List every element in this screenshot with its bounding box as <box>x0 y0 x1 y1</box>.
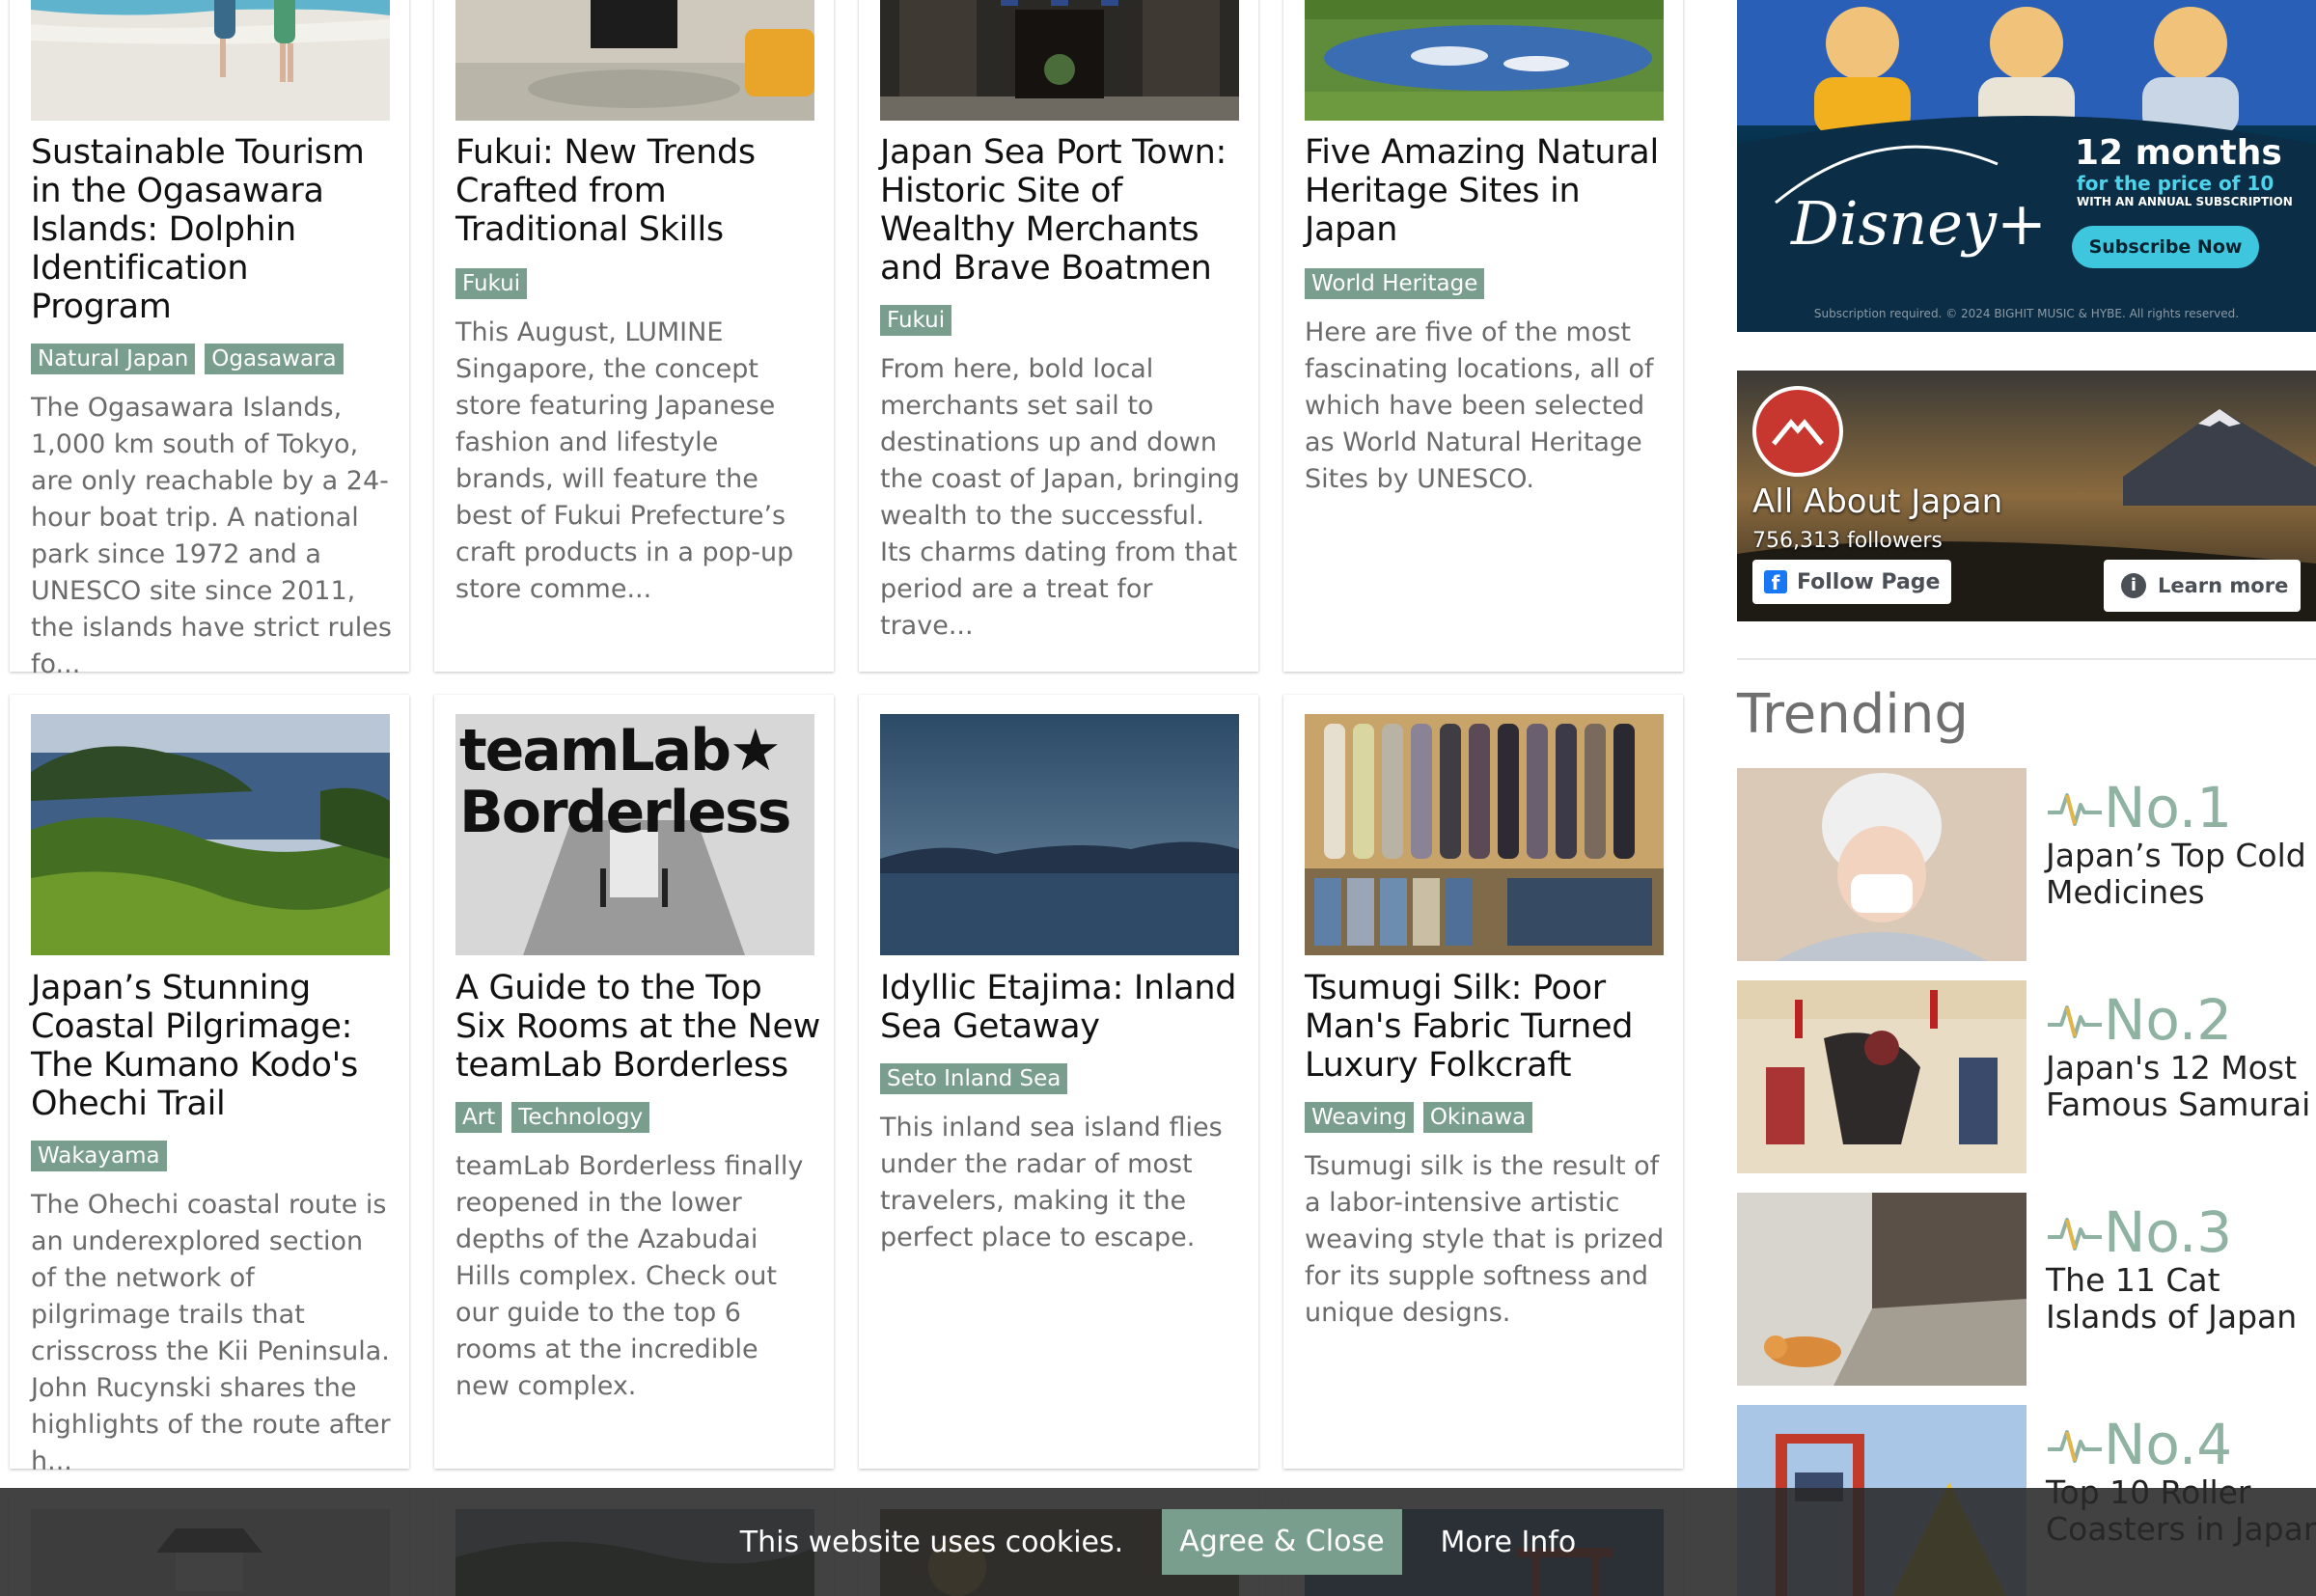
article-card[interactable]: Five Amazing Natural Heritage Sites in J… <box>1283 0 1683 672</box>
subscribe-now-button[interactable]: Subscribe Now <box>2072 226 2259 268</box>
article-description: Tsumugi silk is the result of a labor-in… <box>1305 1151 1665 1328</box>
tag-okinawa[interactable]: Okinawa <box>1422 1102 1533 1133</box>
article-image-merchant-house[interactable] <box>880 0 1239 121</box>
article-title[interactable]: Sustainable Tourism in the Ogasawara Isl… <box>31 133 398 326</box>
trending-rank-label: No.3 <box>2104 1199 2233 1265</box>
trending-rank: No.4 <box>2046 1413 2232 1476</box>
tag-weaving[interactable]: Weaving <box>1305 1102 1414 1133</box>
tag-seto-inland-sea[interactable]: Seto Inland Sea <box>880 1063 1068 1094</box>
article-description: The Ohechi coastal route is an underexpl… <box>31 1190 391 1476</box>
facebook-page-name[interactable]: All About Japan <box>1752 482 2002 521</box>
tag-ogasawara[interactable]: Ogasawara <box>205 344 344 374</box>
agree-close-button[interactable]: Agree & Close <box>1162 1509 1402 1575</box>
article-title[interactable]: Idyllic Etajima: Inland Sea Getaway <box>880 969 1247 1046</box>
trending-rank: No.3 <box>2046 1200 2232 1264</box>
article-description: teamLab Borderless finally reopened in t… <box>455 1151 804 1401</box>
teamlab-logo-text: teamLab★ Borderless <box>459 717 791 846</box>
article-image-beach[interactable] <box>31 0 390 121</box>
article-tags: Natural Japan Ogasawara <box>31 344 344 374</box>
facebook-page-avatar[interactable] <box>1752 386 1843 477</box>
pulse-icon <box>2048 1430 2102 1463</box>
sidebar-divider <box>1737 658 2316 660</box>
cookie-banner: This website uses cookies. Agree & Close… <box>0 1488 2316 1596</box>
cookie-message: This website uses cookies. <box>739 1525 1124 1559</box>
ad-legal: Subscription required. © 2024 BIGHIT MUS… <box>1813 307 2240 320</box>
article-card[interactable]: Tsumugi Silk: Poor Man's Fabric Turned L… <box>1283 695 1683 1469</box>
article-card[interactable]: teamLab★ Borderless A Guide to the Top S… <box>434 695 834 1469</box>
article-tags: Wakayama <box>31 1141 167 1171</box>
learn-more-label: Learn more <box>2158 574 2289 597</box>
tag-fukui[interactable]: Fukui <box>880 305 952 336</box>
article-image-teamlab[interactable]: teamLab★ Borderless <box>455 714 814 955</box>
article-tags: Weaving Okinawa <box>1305 1102 1533 1133</box>
article-card[interactable]: Japan Sea Port Town: Historic Site of We… <box>859 0 1258 672</box>
trending-rank: No.2 <box>2046 988 2232 1052</box>
article-title[interactable]: Five Amazing Natural Heritage Sites in J… <box>1305 133 1671 249</box>
follow-page-button[interactable]: f Follow Page <box>1752 560 1951 604</box>
trending-rank-label: No.2 <box>2104 987 2233 1053</box>
pulse-icon <box>2048 1005 2102 1038</box>
article-image-craft[interactable] <box>455 0 814 121</box>
article-tags: Fukui <box>880 305 952 336</box>
trending-title[interactable]: Japan's 12 Most Famous Samurai <box>2046 1050 2316 1123</box>
tag-art[interactable]: Art <box>455 1102 503 1133</box>
article-description: This inland sea island flies under the r… <box>880 1113 1223 1252</box>
facebook-page-widget[interactable]: All About Japan 756,313 followers f Foll… <box>1737 371 2316 621</box>
info-icon: i <box>2121 573 2146 598</box>
tag-world-heritage[interactable]: World Heritage <box>1305 268 1485 299</box>
trending-image-samurai[interactable] <box>1737 980 2026 1173</box>
article-title[interactable]: A Guide to the Top Six Rooms at the New … <box>455 969 822 1085</box>
trending-rank-label: No.1 <box>2104 775 2233 840</box>
article-tags: Seto Inland Sea <box>880 1063 1068 1094</box>
trending-title[interactable]: The 11 Cat Islands of Japan <box>2046 1262 2316 1335</box>
learn-more-button[interactable]: i Learn more <box>2104 560 2301 612</box>
tag-wakayama[interactable]: Wakayama <box>31 1141 167 1171</box>
trending-rank: No.1 <box>2046 776 2232 839</box>
article-card[interactable]: Fukui: New Trends Crafted from Tradition… <box>434 0 834 672</box>
article-image-wetland[interactable] <box>1305 0 1664 121</box>
disney-plus-logo: Disney+ <box>1791 188 2047 259</box>
article-card[interactable]: Sustainable Tourism in the Ogasawara Isl… <box>10 0 409 679</box>
article-tags: Art Technology <box>455 1102 650 1133</box>
ad-headline: 12 months <box>2075 133 2282 173</box>
trending-item[interactable]: No.2 Japan's 12 Most Famous Samurai <box>1737 980 2316 1173</box>
article-image-silk[interactable] <box>1305 714 1664 955</box>
article-description: The Ogasawara Islands, 1,000 km south of… <box>31 393 392 679</box>
trending-rank-label: No.4 <box>2104 1412 2233 1477</box>
follow-page-label: Follow Page <box>1797 569 1941 594</box>
article-title[interactable]: Fukui: New Trends Crafted from Tradition… <box>455 133 822 249</box>
article-description: Here are five of the most fascinating lo… <box>1305 317 1654 494</box>
article-title[interactable]: Tsumugi Silk: Poor Man's Fabric Turned L… <box>1305 969 1671 1085</box>
article-image-coast[interactable] <box>31 714 390 955</box>
ad-small-print: WITH AN ANNUAL SUBSCRIPTION <box>2077 195 2293 208</box>
ad-subline: for the price of 10 <box>2077 172 2275 195</box>
article-image-inland-sea[interactable] <box>880 714 1239 955</box>
tag-natural-japan[interactable]: Natural Japan <box>31 344 196 374</box>
facebook-icon: f <box>1764 570 1787 594</box>
pulse-icon <box>2048 1218 2102 1251</box>
more-info-link[interactable]: More Info <box>1441 1526 1577 1559</box>
article-description: From here, bold local merchants set sail… <box>880 354 1240 641</box>
article-title[interactable]: Japan’s Stunning Coastal Pilgrimage: The… <box>31 969 398 1123</box>
article-card[interactable]: Japan’s Stunning Coastal Pilgrimage: The… <box>10 695 409 1476</box>
trending-image-cat[interactable] <box>1737 1193 2026 1386</box>
page: Sustainable Tourism in the Ogasawara Isl… <box>0 0 2316 1596</box>
trending-heading: Trending <box>1737 683 1969 746</box>
tag-fukui[interactable]: Fukui <box>455 268 528 299</box>
tag-technology[interactable]: Technology <box>511 1102 650 1133</box>
article-description: This August, LUMINE Singapore, the conce… <box>455 317 794 604</box>
pulse-icon <box>2048 793 2102 826</box>
article-card[interactable]: Idyllic Etajima: Inland Sea Getaway Seto… <box>859 695 1258 1469</box>
trending-image-cold[interactable] <box>1737 768 2026 961</box>
disney-plus-ad[interactable]: Disney+ 12 months for the price of 10 WI… <box>1737 0 2316 332</box>
trending-item[interactable]: No.1 Japan’s Top Cold Medicines <box>1737 768 2316 961</box>
trending-item[interactable]: No.3 The 11 Cat Islands of Japan <box>1737 1193 2316 1386</box>
article-tags: Fukui <box>455 268 528 299</box>
article-title[interactable]: Japan Sea Port Town: Historic Site of We… <box>880 133 1247 288</box>
facebook-followers: 756,313 followers <box>1752 529 1943 553</box>
trending-title[interactable]: Japan’s Top Cold Medicines <box>2046 838 2316 911</box>
article-tags: World Heritage <box>1305 268 1485 299</box>
